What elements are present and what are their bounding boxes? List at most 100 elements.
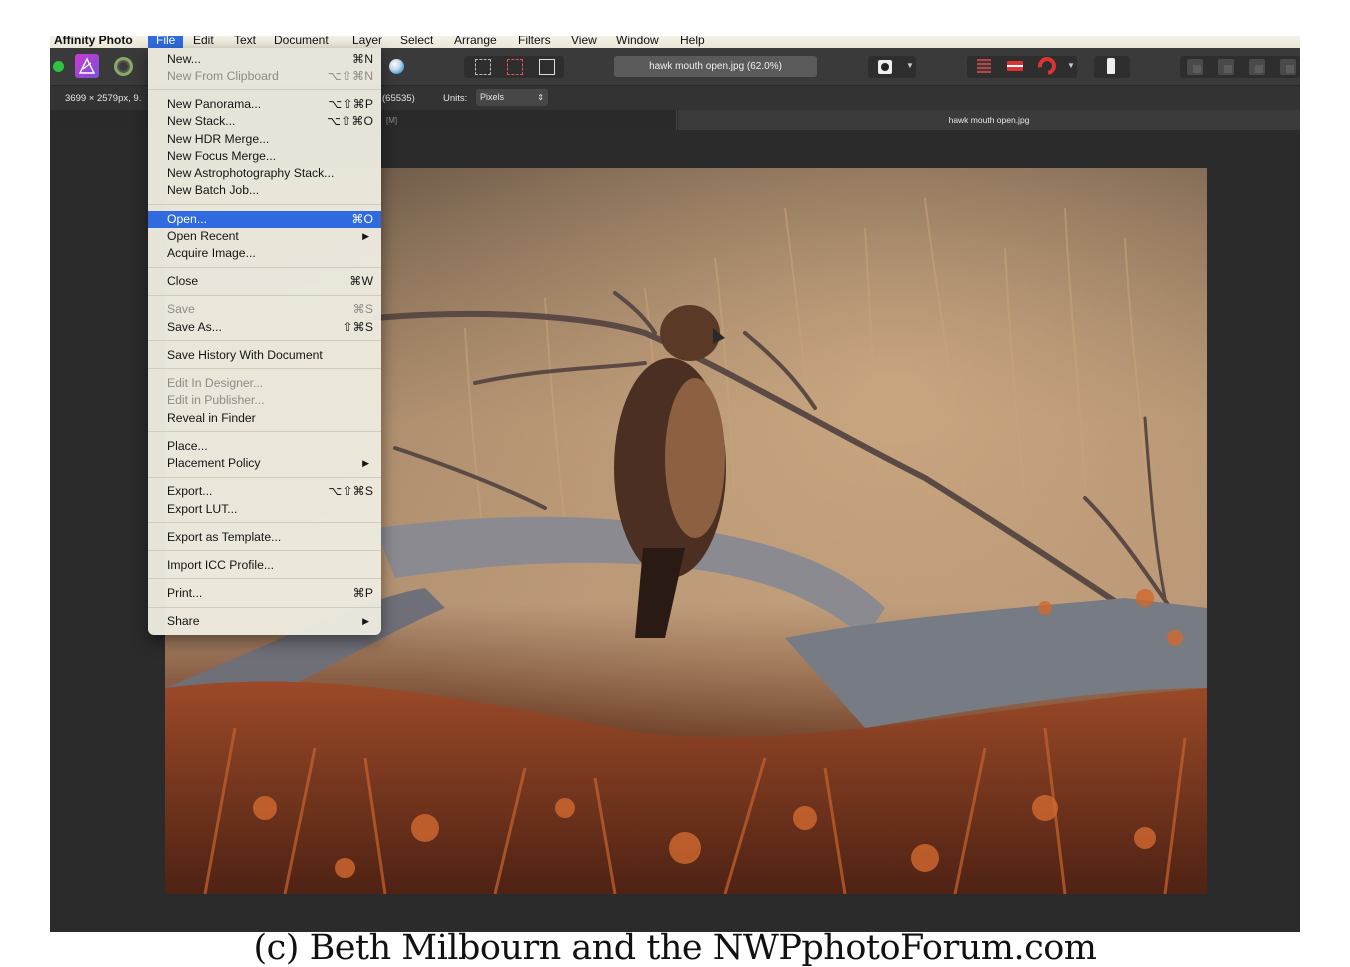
menu-item-edit-in-designer[interactable]: Edit In Designer... — [148, 375, 381, 392]
photo-persona-icon[interactable] — [75, 54, 99, 78]
marquee-selection-icon[interactable] — [475, 59, 491, 75]
menu-arrange[interactable]: Arrange — [454, 36, 497, 47]
menu-item-shortcut: ⇧⌘S — [342, 320, 373, 334]
move-to-back-icon[interactable] — [1280, 59, 1296, 75]
menu-item-label: Export... — [167, 484, 213, 498]
units-select[interactable]: Pixels ⇕ — [476, 89, 548, 106]
menu-item-open-recent[interactable]: Open Recent ▶ — [148, 228, 381, 245]
menu-item-shortcut: ⌥⇧⌘N — [327, 69, 373, 83]
liquify-persona-icon[interactable] — [114, 57, 133, 76]
menu-item-label: Acquire Image... — [167, 246, 256, 260]
menu-item-export-lut[interactable]: Export LUT... — [148, 501, 381, 518]
menu-item-new-hdr-merge[interactable]: New HDR Merge... — [148, 131, 381, 148]
file-menu: New... ⌘N New From Clipboard ⌥⇧⌘N New Pano… — [148, 48, 381, 635]
menu-item-new[interactable]: New... ⌘N — [148, 51, 381, 68]
menu-item-label: Export as Template... — [167, 530, 282, 544]
menu-item-close[interactable]: Close ⌘W — [148, 273, 381, 290]
menu-item-label: Placement Policy — [167, 456, 261, 470]
screenshot: Affinity Photo File Edit Text Document L… — [0, 0, 1350, 967]
copyright-caption: (c) Beth Milbourn and the NWPphotoForum.… — [253, 928, 1097, 967]
invert-selection-icon[interactable] — [539, 59, 555, 75]
menu-item-share[interactable]: Share ▶ — [148, 613, 381, 630]
menu-item-shortcut: ⌥⇧⌘P — [328, 97, 373, 111]
assistant-icon[interactable] — [1007, 61, 1023, 71]
menu-item-edit-in-publisher[interactable]: Edit in Publisher... — [148, 392, 381, 409]
tab-label: [M] — [386, 116, 398, 125]
menu-item-new-stack[interactable]: New Stack... ⌥⇧⌘O — [148, 113, 381, 130]
grid-icon[interactable] — [977, 59, 991, 73]
menu-item-label: Save As... — [167, 320, 222, 334]
menu-text[interactable]: Text — [234, 36, 256, 47]
move-forward-icon[interactable] — [1218, 59, 1234, 75]
menu-separator — [148, 431, 381, 433]
menu-item-open[interactable]: Open... ⌘O — [148, 211, 381, 228]
menu-item-placement-policy[interactable]: Placement Policy ▶ — [148, 455, 381, 472]
menu-filters[interactable]: Filters — [518, 36, 551, 47]
menu-item-new-astrophotography-stack[interactable]: New Astrophotography Stack... — [148, 165, 381, 182]
menu-item-save[interactable]: Save ⌘S — [148, 301, 381, 318]
menu-item-shortcut: ⌘N — [352, 52, 373, 66]
menu-document[interactable]: Document — [274, 36, 329, 47]
menu-item-label: Save — [167, 302, 195, 316]
menu-item-label: Open Recent — [167, 229, 239, 243]
deselect-icon[interactable] — [507, 59, 523, 75]
menu-item-export-as-template[interactable]: Export as Template... — [148, 529, 381, 546]
document-dimensions: 3699 × 2579px, 9. — [65, 93, 142, 104]
menu-item-import-icc-profile[interactable]: Import ICC Profile... — [148, 557, 381, 574]
menu-separator — [148, 267, 381, 269]
document-title: hawk mouth open.jpg (62.0%) — [614, 56, 817, 77]
menu-select[interactable]: Select — [400, 36, 433, 47]
menu-item-shortcut: ⌥⇧⌘O — [327, 114, 373, 128]
pen-tablet-icon[interactable] — [1107, 58, 1115, 74]
menu-window[interactable]: Window — [616, 36, 659, 47]
menu-item-new-from-clipboard[interactable]: New From Clipboard ⌥⇧⌘N — [148, 68, 381, 85]
submenu-arrow-icon: ▶ — [362, 458, 369, 468]
menu-layer[interactable]: Layer — [352, 36, 382, 47]
menu-item-label: New HDR Merge... — [167, 132, 270, 146]
submenu-arrow-icon: ▶ — [362, 616, 369, 626]
chevron-down-icon[interactable]: ▼ — [906, 61, 914, 70]
menu-item-label: Share — [167, 614, 200, 628]
menu-item-save-as[interactable]: Save As... ⇧⌘S — [148, 319, 381, 336]
menu-item-new-panorama[interactable]: New Panorama... ⌥⇧⌘P — [148, 96, 381, 113]
chevron-down-icon[interactable]: ▼ — [1067, 61, 1075, 70]
menu-separator — [148, 295, 381, 297]
export-persona-icon[interactable] — [389, 59, 404, 74]
menu-item-label: New Panorama... — [167, 97, 262, 111]
menu-item-label: Edit In Designer... — [167, 376, 264, 390]
window-zoom-button[interactable] — [53, 61, 64, 72]
menu-separator — [148, 89, 381, 91]
menu-item-place[interactable]: Place... — [148, 438, 381, 455]
menu-item-new-batch-job[interactable]: New Batch Job... — [148, 182, 381, 199]
menu-edit[interactable]: Edit — [193, 36, 214, 47]
menu-item-label: New Stack... — [167, 114, 236, 128]
menu-view[interactable]: View — [571, 36, 597, 47]
menu-item-acquire-image[interactable]: Acquire Image... — [148, 245, 381, 262]
move-to-front-icon[interactable] — [1249, 59, 1265, 75]
menu-item-label: New Focus Merge... — [167, 149, 277, 163]
tab-hawk-mouth-open[interactable]: hawk mouth open.jpg — [678, 110, 1300, 130]
menu-separator — [148, 607, 381, 609]
quick-mask-icon[interactable] — [878, 60, 892, 74]
menu-app-name[interactable]: Affinity Photo — [54, 36, 133, 47]
menu-item-save-history[interactable]: Save History With Document — [148, 347, 381, 364]
menu-separator — [148, 340, 381, 342]
move-back-icon[interactable] — [1187, 59, 1203, 75]
menu-help[interactable]: Help — [680, 36, 705, 47]
menu-item-label: New... — [167, 52, 201, 66]
menu-file[interactable]: File — [148, 36, 184, 48]
menu-item-shortcut: ⌘P — [352, 586, 373, 600]
menu-separator — [148, 477, 381, 479]
menu-separator — [148, 578, 381, 580]
menu-item-label: Close — [167, 274, 199, 288]
menu-item-label: New Astrophotography Stack... — [167, 166, 335, 180]
menu-item-export[interactable]: Export... ⌥⇧⌘S — [148, 483, 381, 500]
menu-item-new-focus-merge[interactable]: New Focus Merge... — [148, 148, 381, 165]
menu-bar: Affinity Photo File Edit Text Document L… — [50, 36, 1300, 48]
menu-item-shortcut: ⌘S — [352, 302, 373, 316]
menu-item-print[interactable]: Print... ⌘P — [148, 585, 381, 602]
units-label: Units: — [443, 93, 468, 104]
menu-separator — [148, 368, 381, 370]
menu-item-label: Save History With Document — [167, 348, 323, 362]
menu-item-reveal-in-finder[interactable]: Reveal in Finder — [148, 410, 381, 427]
